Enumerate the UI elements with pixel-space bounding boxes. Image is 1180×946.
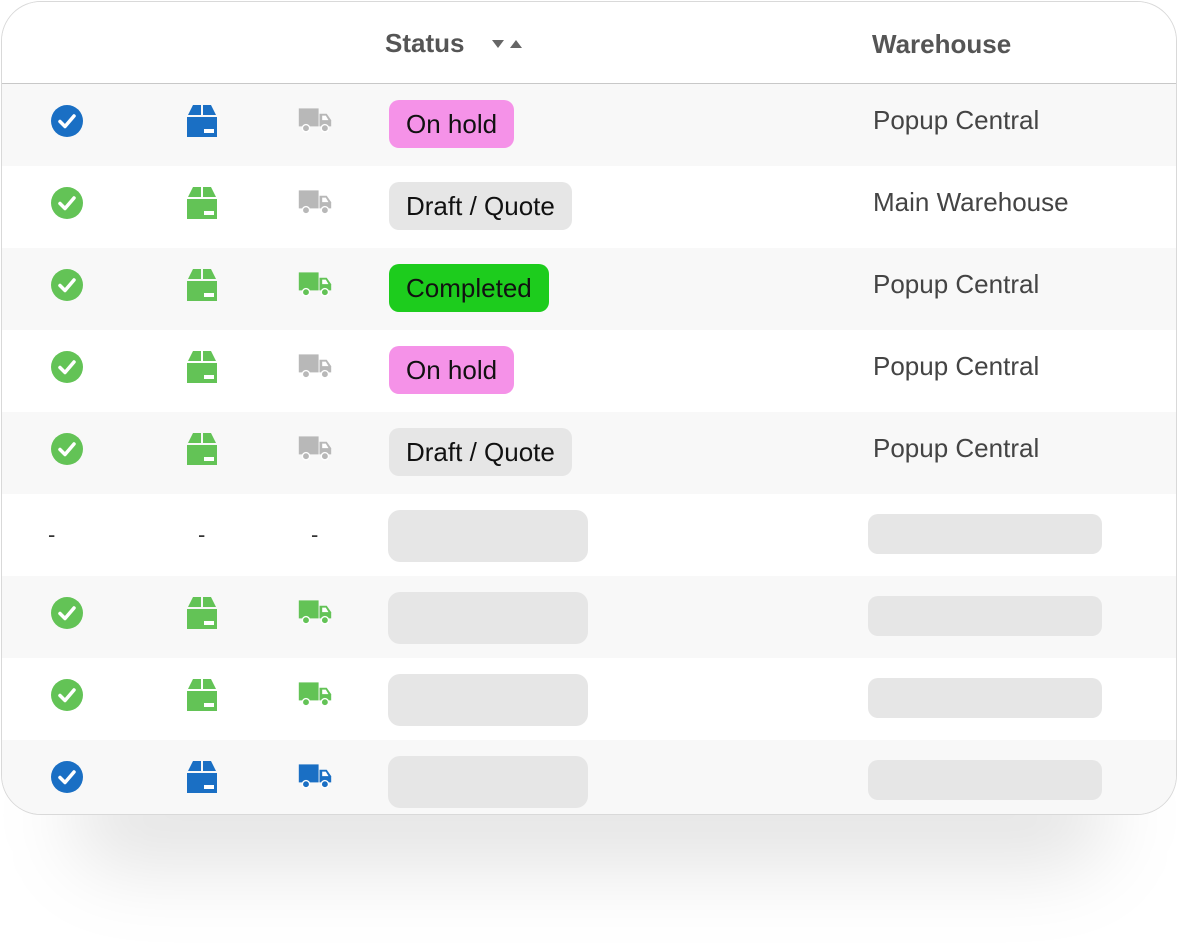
warehouse-name: Popup Central bbox=[873, 433, 1040, 463]
warehouse-name: Popup Central bbox=[873, 105, 1040, 135]
delivery-truck-icon bbox=[297, 185, 333, 221]
table-row[interactable]: --- bbox=[2, 494, 1176, 576]
package-box-icon bbox=[184, 759, 220, 795]
column-header-warehouse[interactable]: Warehouse bbox=[872, 29, 1011, 60]
package-box-icon bbox=[184, 103, 220, 139]
sort-down-up-icon[interactable] bbox=[490, 36, 526, 52]
delivery-truck-icon bbox=[297, 677, 333, 713]
delivery-truck-icon bbox=[297, 595, 333, 631]
column-header-status[interactable]: Status bbox=[385, 28, 464, 59]
status-skeleton bbox=[388, 592, 588, 644]
delivery-truck-icon bbox=[297, 349, 333, 385]
check-circle-icon bbox=[49, 431, 85, 467]
table-row[interactable] bbox=[2, 740, 1176, 814]
check-circle-icon bbox=[49, 677, 85, 713]
warehouse-skeleton bbox=[868, 514, 1102, 554]
status-skeleton bbox=[388, 756, 588, 808]
table-header: Status Warehouse bbox=[2, 2, 1176, 84]
check-circle-icon bbox=[49, 595, 85, 631]
warehouse-skeleton bbox=[868, 596, 1102, 636]
table-row[interactable]: Completed Popup Central bbox=[2, 248, 1176, 330]
table-row[interactable]: On hold Popup Central bbox=[2, 84, 1176, 166]
status-skeleton bbox=[388, 674, 588, 726]
empty-cell-dash: - bbox=[311, 522, 319, 547]
warehouse-name: Main Warehouse bbox=[873, 187, 1069, 217]
status-badge: On hold bbox=[389, 346, 515, 394]
status-badge: Draft / Quote bbox=[389, 182, 572, 230]
delivery-truck-icon bbox=[297, 103, 333, 139]
delivery-truck-icon bbox=[297, 759, 333, 795]
check-circle-icon bbox=[49, 759, 85, 795]
package-box-icon bbox=[184, 431, 220, 467]
package-box-icon bbox=[184, 185, 220, 221]
table-row[interactable] bbox=[2, 658, 1176, 740]
delivery-truck-icon bbox=[297, 267, 333, 303]
delivery-truck-icon bbox=[297, 431, 333, 467]
warehouse-name: Popup Central bbox=[873, 351, 1040, 381]
package-box-icon bbox=[184, 677, 220, 713]
check-circle-icon bbox=[49, 103, 85, 139]
table-row[interactable]: Draft / Quote Main Warehouse bbox=[2, 166, 1176, 248]
package-box-icon bbox=[184, 595, 220, 631]
check-circle-icon bbox=[49, 349, 85, 385]
empty-cell-dash: - bbox=[198, 522, 206, 547]
warehouse-skeleton bbox=[868, 678, 1102, 718]
table-body: On hold Popup Central Draft / Quote Main W… bbox=[2, 84, 1176, 814]
orders-table-card: Status Warehouse On hold Popup Central Dr… bbox=[1, 1, 1177, 815]
empty-cell-dash: - bbox=[48, 522, 56, 547]
status-badge: Completed bbox=[389, 264, 549, 312]
package-box-icon bbox=[184, 267, 220, 303]
status-badge: On hold bbox=[389, 100, 515, 148]
check-circle-icon bbox=[49, 267, 85, 303]
package-box-icon bbox=[184, 349, 220, 385]
status-skeleton bbox=[388, 510, 588, 562]
warehouse-name: Popup Central bbox=[873, 269, 1040, 299]
status-badge: Draft / Quote bbox=[389, 428, 572, 476]
check-circle-icon bbox=[49, 185, 85, 221]
table-row[interactable]: On hold Popup Central bbox=[2, 330, 1176, 412]
warehouse-skeleton bbox=[868, 760, 1102, 800]
table-row[interactable]: Draft / Quote Popup Central bbox=[2, 412, 1176, 494]
table-row[interactable] bbox=[2, 576, 1176, 658]
